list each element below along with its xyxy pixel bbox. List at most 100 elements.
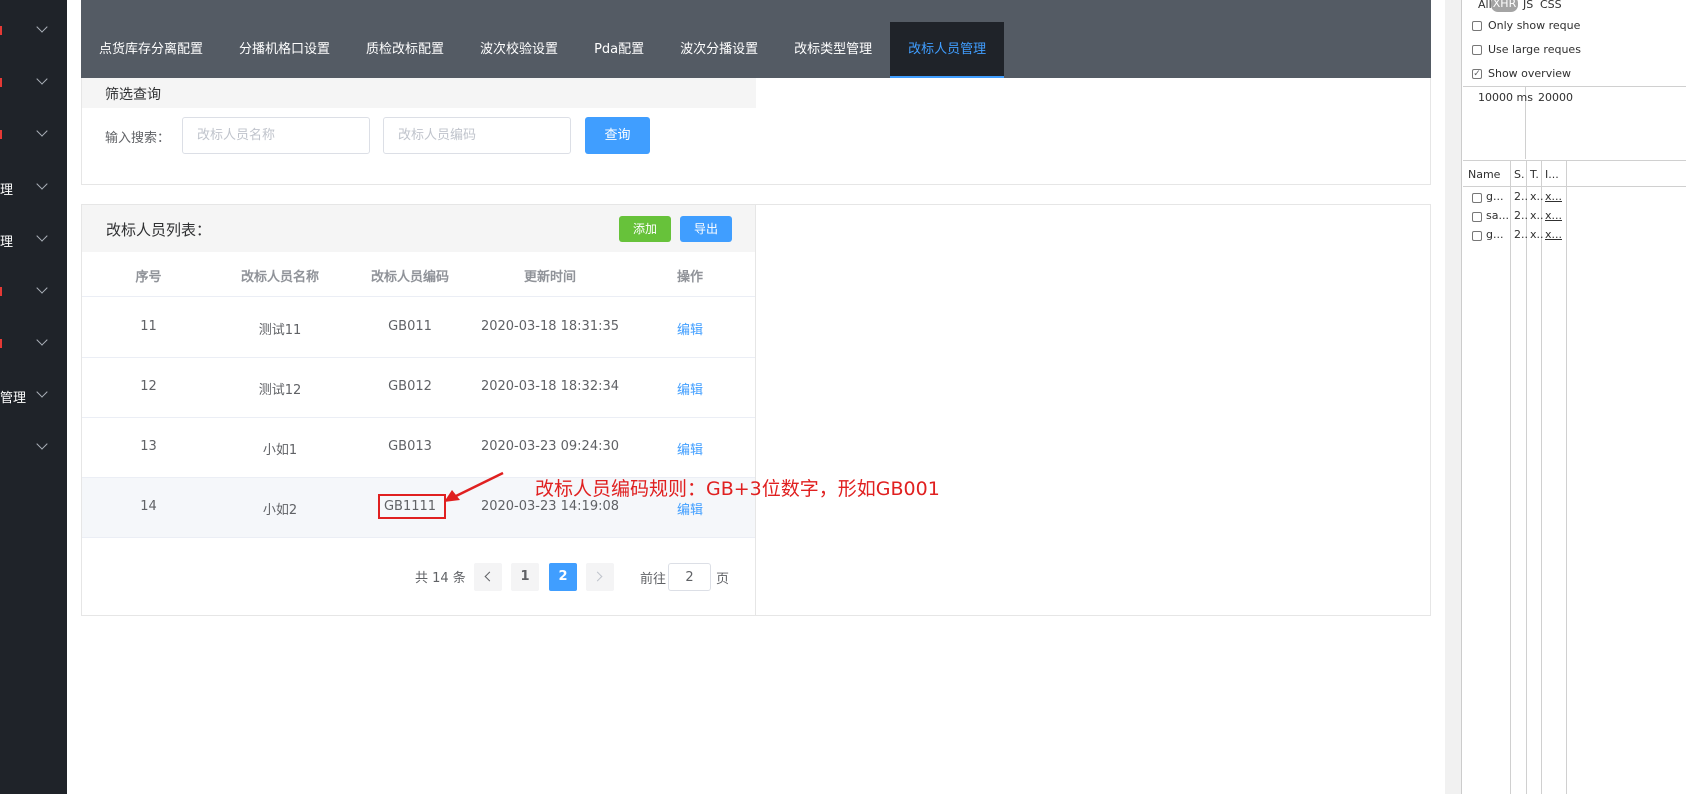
filter-header: 筛选查询 <box>82 78 756 108</box>
tab-wave-check[interactable]: 波次校验设置 <box>462 22 576 78</box>
cell-no: 14 <box>140 499 157 514</box>
page-unit-label: 页 <box>716 572 730 587</box>
tab-inventory-separation[interactable]: 点货库存分离配置 <box>81 22 221 78</box>
filter-xhr[interactable]: XHR <box>1491 0 1518 12</box>
export-button[interactable]: 导出 <box>680 216 732 242</box>
request-type: x.. <box>1530 228 1544 241</box>
tab-relabel-type[interactable]: 改标类型管理 <box>776 22 890 78</box>
goto-page-input[interactable] <box>668 563 711 591</box>
large-requests-label: Use large reques <box>1488 43 1581 56</box>
column-header-time: 更新时间 <box>523 270 576 285</box>
sidebar-item-7[interactable] <box>0 334 67 354</box>
timeline-tick: 10000 ms <box>1478 91 1533 104</box>
sidebar-item-3[interactable] <box>0 125 67 145</box>
tab-relabel-staff[interactable]: 改标人员管理 <box>890 22 1005 78</box>
sidebar-item-2[interactable] <box>0 73 67 93</box>
only-show-label: Only show reque <box>1488 19 1581 32</box>
request-name: g... <box>1486 190 1504 203</box>
only-show-checkbox[interactable] <box>1472 21 1482 31</box>
large-requests-checkbox[interactable] <box>1472 45 1482 55</box>
cell-name: 小如2 <box>262 503 298 518</box>
add-button[interactable]: 添加 <box>619 216 671 242</box>
tab-wave-sorting[interactable]: 波次分播设置 <box>662 22 776 78</box>
table-header: 序号 改标人员名称 改标人员编码 更新时间 操作 <box>82 252 755 297</box>
total-count: 共 14 条 <box>415 571 466 586</box>
sidebar-item-label: 理 <box>0 183 14 198</box>
pagination: 共 14 条 1 2 前往 页 <box>82 563 755 593</box>
staff-list: 改标人员列表： 添加 导出 序号 改标人员名称 改标人员编码 更新时间 操作 1… <box>82 205 756 615</box>
column-header-status[interactable]: S. <box>1514 168 1524 181</box>
devtools-splitter[interactable] <box>1445 0 1462 794</box>
divider <box>1541 161 1542 794</box>
show-overview-checkbox[interactable]: ✓ <box>1472 69 1482 79</box>
request-initiator: x... <box>1545 209 1562 222</box>
page-2-button[interactable]: 2 <box>549 563 577 591</box>
cell-time: 2020-03-18 18:31:35 <box>480 319 620 334</box>
sidebar-item-9[interactable] <box>0 438 67 458</box>
chevron-down-icon <box>36 178 48 190</box>
sidebar-item-marker <box>0 130 2 139</box>
cell-name: 测试11 <box>258 323 302 338</box>
request-initiator: x... <box>1545 190 1562 203</box>
divider <box>1526 161 1527 794</box>
staff-code-input[interactable] <box>383 117 571 154</box>
column-header-name: 改标人员名称 <box>240 270 319 285</box>
column-header-type[interactable]: T. <box>1530 168 1539 181</box>
request-initiator: x... <box>1545 228 1562 241</box>
left-sidebar: 理 理 管理 <box>0 0 67 794</box>
chevron-down-icon <box>36 21 48 33</box>
filter-css[interactable]: CSS <box>1540 0 1562 11</box>
request-type: x.. <box>1530 209 1544 222</box>
edit-link[interactable]: 编辑 <box>625 379 755 398</box>
chevron-down-icon <box>36 282 48 294</box>
request-name: g... <box>1486 228 1504 241</box>
next-page-button[interactable] <box>586 563 614 591</box>
file-icon <box>1472 193 1482 203</box>
sidebar-item-label: 理 <box>0 235 14 250</box>
chevron-left-icon <box>484 571 495 582</box>
sidebar-item-5[interactable]: 理 <box>0 230 67 250</box>
top-tab-bar: 点货库存分离配置 分播机格口设置 质检改标配置 波次校验设置 Pda配置 波次分… <box>81 0 1431 78</box>
filter-panel: 筛选查询 输入搜索： 查询 <box>81 78 1431 185</box>
file-icon <box>1472 212 1482 222</box>
cell-time: 2020-03-18 18:32:34 <box>480 379 620 394</box>
tab-pda-config[interactable]: Pda配置 <box>576 22 662 78</box>
chevron-down-icon <box>36 125 48 137</box>
filter-all[interactable]: All <box>1478 0 1492 11</box>
edit-link[interactable]: 编辑 <box>625 319 755 338</box>
cell-no: 12 <box>140 379 157 394</box>
tab-qc-relabel[interactable]: 质检改标配置 <box>348 22 462 78</box>
query-button[interactable]: 查询 <box>585 117 650 154</box>
sidebar-item-1[interactable] <box>0 21 67 41</box>
divider <box>1463 186 1686 187</box>
timeline-tick: 20000 <box>1538 91 1573 104</box>
chevron-down-icon <box>36 438 48 450</box>
divider <box>1463 86 1686 87</box>
filter-js[interactable]: JS <box>1523 0 1533 11</box>
edit-link[interactable]: 编辑 <box>625 439 755 458</box>
column-header-initiator[interactable]: I... <box>1545 168 1559 181</box>
request-name: sa... <box>1486 209 1509 222</box>
sidebar-item-4[interactable]: 理 <box>0 178 67 198</box>
cell-name: 测试12 <box>258 383 302 398</box>
goto-label: 前往 <box>640 572 667 587</box>
column-header-name[interactable]: Name <box>1468 168 1500 181</box>
column-header-action: 操作 <box>676 270 703 285</box>
file-icon <box>1472 231 1482 241</box>
staff-name-input[interactable] <box>182 117 370 154</box>
chevron-down-icon <box>36 386 48 398</box>
sidebar-item-8[interactable]: 管理 <box>0 386 67 406</box>
search-label: 输入搜索： <box>105 131 171 146</box>
page-1-button[interactable]: 1 <box>511 563 539 591</box>
prev-page-button[interactable] <box>474 563 502 591</box>
chevron-down-icon <box>36 230 48 242</box>
sidebar-item-marker <box>0 26 2 35</box>
sidebar-item-marker <box>0 339 2 348</box>
filter-title: 筛选查询 <box>105 87 161 103</box>
sidebar-item-6[interactable] <box>0 282 67 302</box>
request-type: x.. <box>1530 190 1544 203</box>
request-status: 2.. <box>1514 209 1528 222</box>
edit-link[interactable]: 编辑 <box>625 499 755 518</box>
tab-sorter-slot[interactable]: 分播机格口设置 <box>221 22 348 78</box>
annotation-note: 改标人员编码规则：GB+3位数字，形如GB001 <box>535 478 940 500</box>
